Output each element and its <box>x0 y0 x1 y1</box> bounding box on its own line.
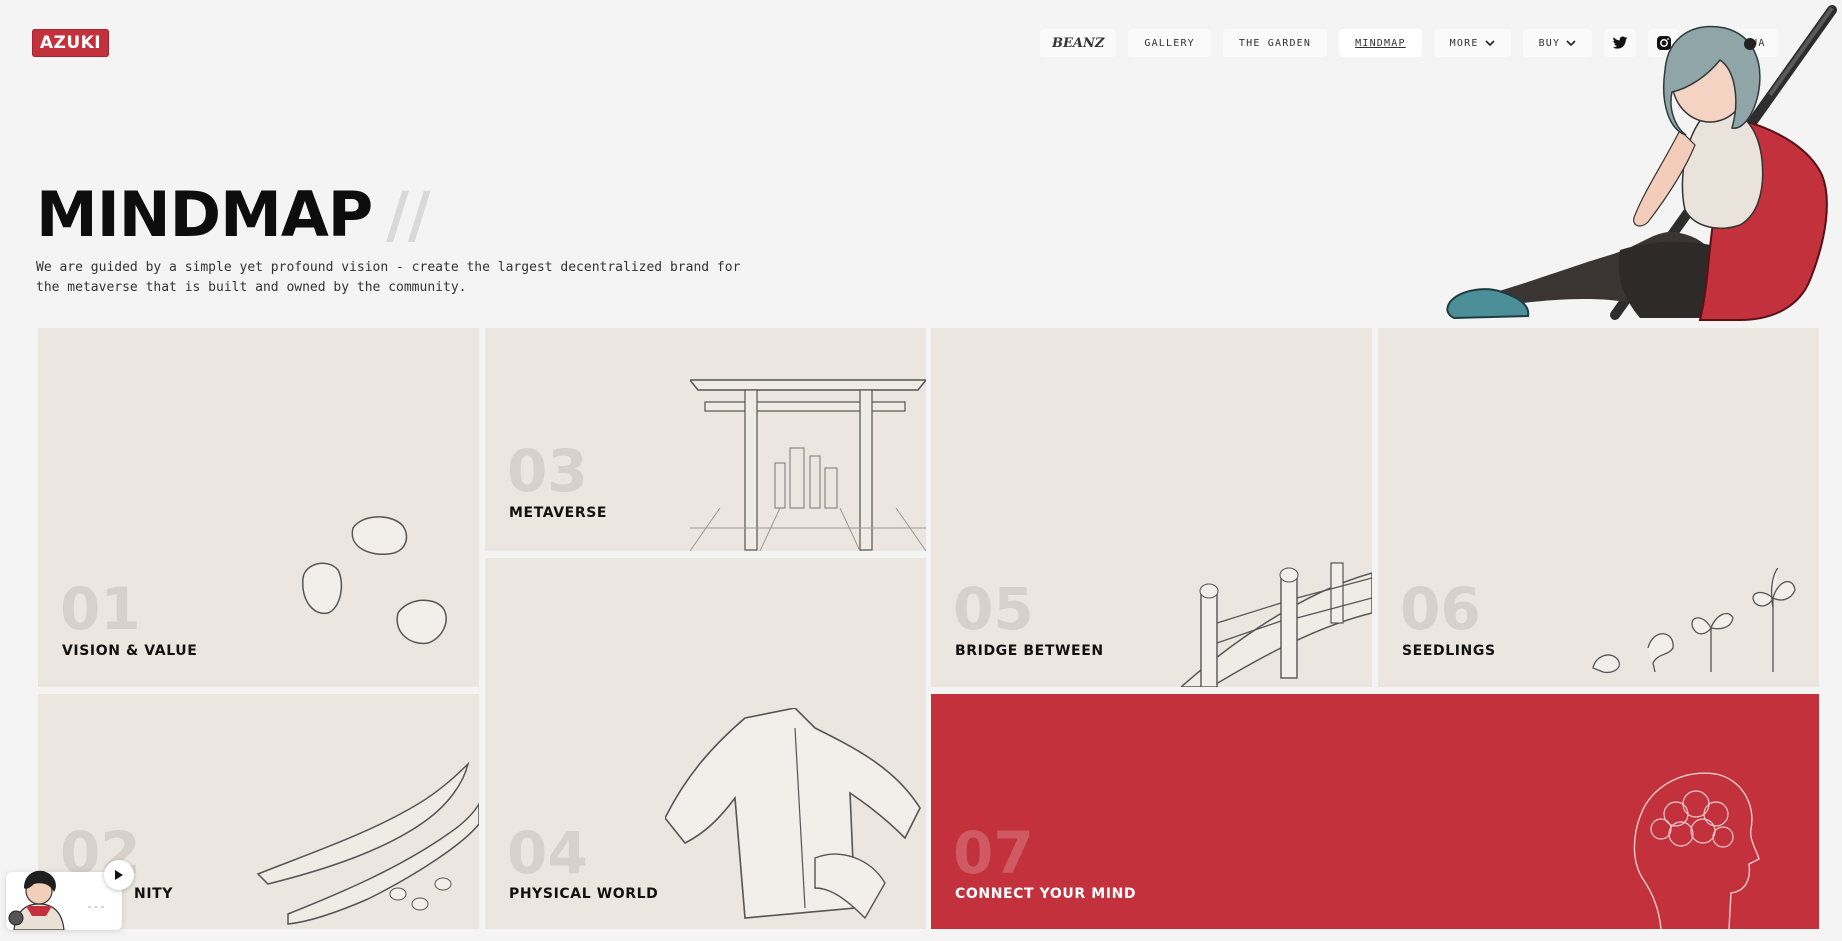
bean-pods-illustration <box>256 761 479 925</box>
brain-head-illustration <box>1633 772 1760 929</box>
nav-beanz[interactable]: BEANZ <box>1040 29 1117 57</box>
character-illustration <box>1446 5 1837 321</box>
tile-label: NITY <box>134 886 174 902</box>
nav-the-garden[interactable]: THE GARDEN <box>1222 29 1328 57</box>
tile-number: 05 <box>953 575 1034 643</box>
torii-gate-illustration <box>690 379 926 551</box>
mindmap-tile-07[interactable]: 07 CONNECT YOUR MIND <box>931 694 1819 929</box>
beanz-logo-icon: BEANZ <box>1052 35 1105 51</box>
page-subtitle: We are guided by a simple yet profound v… <box>36 260 741 295</box>
tile-number: 07 <box>953 819 1034 887</box>
tile-label: CONNECT YOUR MIND <box>955 886 1137 902</box>
seedlings-illustration <box>1592 568 1796 674</box>
tile-number: 04 <box>507 819 588 887</box>
jacket-illustration <box>665 708 921 920</box>
tile-label: SEEDLINGS <box>1402 643 1496 659</box>
nav-mindmap-label: MINDMAP <box>1355 37 1406 49</box>
beans-illustration <box>302 516 447 645</box>
logo-text: AZUKI <box>39 33 102 53</box>
tile-label: BRIDGE BETWEEN <box>955 643 1104 659</box>
nav-gallery-label: GALLERY <box>1144 37 1195 49</box>
tile-label: VISION & VALUE <box>62 643 198 659</box>
tile-label: METAVERSE <box>509 505 608 521</box>
play-button[interactable] <box>104 860 134 890</box>
nav-mindmap[interactable]: MINDMAP <box>1339 29 1422 57</box>
tile-label: PHYSICAL WORLD <box>509 886 659 902</box>
page-title-text: MINDMAP <box>36 178 373 251</box>
azuki-logo[interactable]: AZUKI <box>32 29 109 57</box>
tile-number: 03 <box>507 437 588 505</box>
nav-garden-label: THE GARDEN <box>1238 37 1312 49</box>
player-status: --- <box>86 900 106 913</box>
bridge-illustration <box>1181 562 1372 687</box>
title-slash: // <box>386 178 430 251</box>
mindmap-tile-04[interactable]: 04 PHYSICAL WORLD <box>485 558 926 929</box>
tile-number: 06 <box>1400 575 1481 643</box>
mindmap-tile-05[interactable]: 05 BRIDGE BETWEEN <box>931 328 1372 687</box>
mindmap-tile-06[interactable]: 06 SEEDLINGS <box>1378 328 1819 687</box>
play-icon <box>115 870 123 880</box>
tile-number: 01 <box>60 575 141 643</box>
mindmap-tile-01[interactable]: 01 VISION & VALUE <box>38 328 479 687</box>
mindmap-tile-03[interactable]: 03 METAVERSE <box>485 328 926 551</box>
page-title: MINDMAP// <box>36 178 431 251</box>
player-avatar <box>8 870 65 930</box>
nav-gallery[interactable]: GALLERY <box>1128 29 1211 57</box>
